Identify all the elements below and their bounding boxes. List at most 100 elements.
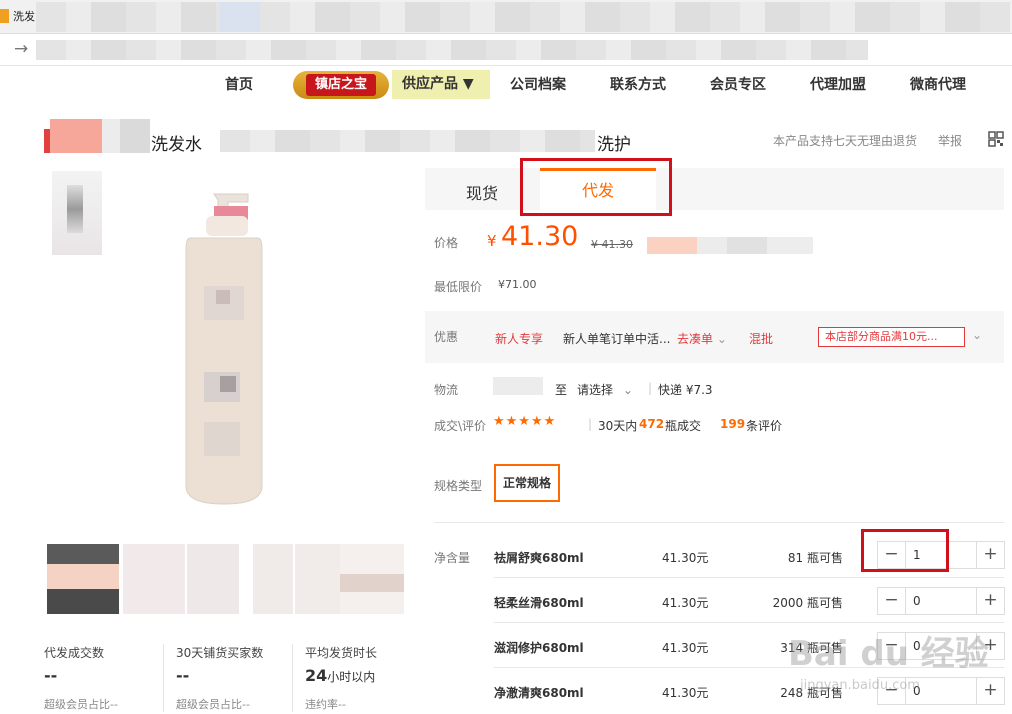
price-original: ¥ 41.30 [591,238,633,251]
product-title-part1: 洗发水 [151,135,202,155]
logistics-divider: | [648,381,653,395]
destination-select[interactable]: 请选择 ⌄ [577,381,633,398]
spec-row-price: 41.30元 [662,596,709,610]
blurred-tab-area [260,2,1010,32]
tab-spot-goods[interactable]: 现货 [466,180,498,204]
increase-button[interactable]: + [976,542,1004,568]
thumbnail-3[interactable] [187,544,239,614]
forward-arrow-icon[interactable]: → [14,39,28,59]
stat-dropship-count-value: -- [44,666,58,685]
blurred-title-prefix [50,119,150,153]
quantity-input[interactable] [907,588,975,614]
spec-row-name: 净澈清爽680ml [494,686,584,700]
blurred-tab-area [36,2,220,32]
blurred-title-middle [220,130,595,152]
chevron-down-icon: ⌄ [716,332,727,346]
highlight-box-dropship-tab [520,158,672,216]
price-label: 价格 [434,236,459,250]
spec-row-price: 41.30元 [662,641,709,655]
tab-favicon-icon [0,9,9,23]
blurred-promo [647,237,813,254]
stat-buyers-label: 30天铺货买家数 [176,646,264,660]
stat-shipping-sub: 违约率-- [305,698,346,711]
divider [494,577,1004,578]
stat-buyers-sub: 超级会员占比-- [176,698,250,711]
rating-stars-icon: ★★★★★ [493,414,557,429]
stat-divider [163,644,164,712]
product-bottle-image [185,193,263,505]
baidu-watermark-url: jingyan.baidu.com [800,678,920,693]
thumbnail-6[interactable] [340,544,404,614]
blurred-origin [493,377,543,395]
thumbnail-strip [47,544,407,614]
logistics-label: 物流 [434,383,459,397]
spec-row-name: 祛屑舒爽680ml [494,551,584,565]
min-price-label: 最低限价 [434,280,483,294]
nav-supply-products[interactable]: 供应产品 ▼ [392,70,490,99]
price-value: 41.30 [501,221,579,252]
offer-expand-chevron-icon[interactable]: ⌄ [972,328,982,342]
thumbnail-1[interactable] [47,544,119,614]
stat-shipping-value: 24小时以内 [305,666,376,685]
shop-treasure-label: 镇店之宝 [306,74,376,96]
thumbnail-5[interactable] [295,544,345,614]
net-content-label: 净含量 [434,551,471,565]
stat-shipping-label: 平均发货时长 [305,646,378,660]
qr-code-icon[interactable] [988,131,1004,147]
offer-new-user: 新人专享 [495,332,544,346]
spec-row-price: 41.30元 [662,686,709,700]
price-currency: ¥ [487,232,497,250]
spec-row-stock: 2000 瓶可售 [772,596,843,610]
logistics-to: 至 [555,383,568,397]
address-bar[interactable]: → [0,34,1012,66]
purchase-mode-tabs [425,168,1004,210]
return-policy-note: 本产品支持七天无理由退货 [773,134,918,148]
deals-period: 30天内 [598,419,638,433]
spec-row-stock: 81 瓶可售 [787,551,843,565]
highlight-box-quantity [861,529,949,572]
min-price-value: ¥71.00 [498,278,537,291]
offer-description: 新人单笔订单中活... [563,332,671,346]
decrease-button[interactable]: − [878,588,906,614]
deals-count: 472 [639,417,665,431]
spec-type-label: 规格类型 [434,479,483,493]
thumbnail-4[interactable] [253,544,293,614]
stat-dropship-count-label: 代发成交数 [44,646,105,660]
offer-add-items-link[interactable]: 去凑单 ⌄ [677,330,727,347]
thumbnail-2[interactable] [123,544,185,614]
divider [494,622,1004,623]
increase-button[interactable]: + [976,588,1004,614]
blurred-url [36,40,868,60]
divider [434,522,1004,523]
baidu-watermark: Bai du 经验 [788,634,989,674]
spec-row-name: 滋润修护680ml [494,641,584,655]
browser-tabbar: 洗发 [0,0,1012,34]
offer-coupon-tag[interactable]: 本店部分商品满10元... [818,327,965,347]
spec-row-price: 41.30元 [662,551,709,565]
nav-home[interactable]: 首页 [225,74,253,94]
logistics-express-fee: 快递 ¥7.3 [658,383,713,397]
nav-agency[interactable]: 代理加盟 [810,74,866,94]
stat-buyers-value: -- [176,666,190,685]
quantity-stepper[interactable]: − + [877,587,1005,615]
stat-divider [292,644,293,712]
stat-dropship-count-sub: 超级会员占比-- [44,698,118,711]
increase-button[interactable]: + [976,678,1004,704]
blurred-tab-area [220,2,260,32]
reviews-unit[interactable]: 条评价 [746,417,782,434]
reviews-count[interactable]: 199 [720,417,745,431]
nav-company-profile[interactable]: 公司档案 [510,74,566,94]
shop-treasure-badge[interactable]: 镇店之宝 [293,71,389,99]
nav-contact[interactable]: 联系方式 [610,74,666,94]
offer-mixed-batch[interactable]: 混批 [749,330,773,347]
deals-label: 成交\评价 [434,419,487,433]
report-link[interactable]: 举报 [938,132,962,149]
product-title-part2: 洗护 [597,135,631,155]
spec-type-option[interactable]: 正常规格 [494,464,560,502]
spec-row-name: 轻柔丝滑680ml [494,596,584,610]
deals-divider: | [588,417,593,431]
nav-member-zone[interactable]: 会员专区 [710,74,766,94]
nav-wechat-agent[interactable]: 微商代理 [910,74,966,94]
tab-title[interactable]: 洗发 [13,8,35,24]
vertical-thumbnail[interactable] [52,171,102,255]
